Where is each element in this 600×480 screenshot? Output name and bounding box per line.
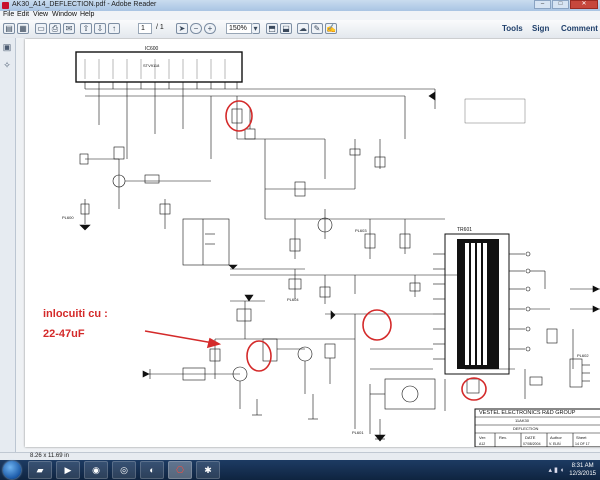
comment-bubble-icon[interactable]: ☁	[297, 23, 309, 34]
email-icon[interactable]: ✉	[63, 23, 75, 34]
page-thumbnails-icon[interactable]: ▣	[2, 42, 12, 52]
minimize-icon[interactable]: –	[534, 0, 551, 9]
highlight-circle	[246, 340, 272, 372]
network-icon[interactable]: ◎	[112, 461, 136, 479]
menu-window[interactable]: Window	[52, 11, 77, 18]
zoom-out-icon[interactable]: −	[190, 23, 202, 34]
annotation-text-line2: 22-47uF	[43, 328, 85, 340]
menu-edit[interactable]: Edit	[17, 11, 29, 18]
menu-file[interactable]: File	[3, 11, 14, 18]
menu-help[interactable]: Help	[80, 11, 94, 18]
menu-view[interactable]: View	[33, 11, 48, 18]
annotation-text-line1: inlocuiti cu :	[43, 308, 108, 320]
file-explorer-icon[interactable]: ▰	[28, 461, 52, 479]
create-pdf-icon[interactable]: ▦	[17, 23, 29, 34]
start-button[interactable]	[3, 461, 21, 479]
select-cursor-icon[interactable]: ➤	[176, 23, 188, 34]
tools-tab[interactable]: Tools	[502, 24, 523, 33]
pl603-label: PL603	[355, 228, 367, 233]
open-icon[interactable]: ▤	[3, 23, 15, 34]
transformer-label: TR601	[457, 227, 472, 233]
highlight-circle	[362, 309, 392, 341]
page-size-label: 8.26 x 11.69 in	[30, 453, 69, 459]
highlight-circle	[461, 377, 487, 401]
toolbar: ▤ ▦ ▭ ⎙ ✉ ⇧ ⇩ ↑ 1 / 1 ➤ − + 150% ▾ ⬒ ⬓ ☁…	[0, 20, 600, 39]
print-icon[interactable]: ⎙	[49, 23, 61, 34]
maximize-icon[interactable]: □	[552, 0, 569, 9]
pl601-label: PL601	[352, 430, 364, 435]
next-page-icon[interactable]: ⇩	[94, 23, 106, 34]
clock-time: 8:31 AM	[571, 463, 594, 469]
fit-width-icon[interactable]: ⬓	[280, 23, 292, 34]
previous-page-icon[interactable]: ⇧	[80, 23, 92, 34]
ic-top-part: STV9118	[143, 63, 160, 68]
menu-bar: File Edit View Window Help	[0, 11, 600, 20]
attachments-icon[interactable]: ✧	[2, 60, 12, 70]
zoom-select[interactable]: 150%	[226, 23, 252, 34]
page-number-input[interactable]: 1	[138, 23, 152, 34]
pdf-page: IC600 STV9118 TR601 PL600 PL603 PL604 PL…	[25, 39, 600, 448]
author-header: Author	[550, 435, 562, 440]
page-up-icon[interactable]: ↑	[108, 23, 120, 34]
annotation-arrowhead	[206, 337, 222, 349]
deflection-schematic: IC600 STV9118 TR601 PL600 PL603 PL604 PL…	[43, 46, 600, 448]
sheet-header: Sheet	[576, 435, 587, 440]
comment-tab[interactable]: Comment	[561, 24, 598, 33]
model-label: 11AK30	[515, 418, 530, 423]
sheet-name-label: DEFLECTION	[513, 426, 538, 431]
firefox-icon[interactable]: ◐	[140, 461, 164, 479]
ic-top-label: IC600	[145, 46, 159, 52]
save-icon[interactable]: ▭	[35, 23, 47, 34]
pl602-label: PL602	[577, 353, 589, 358]
title-bar: AK30_A14_DEFLECTION.pdf - Adobe Reader –…	[0, 0, 600, 11]
company-label: VESTEL ELECTRONICS R&D GROUP	[479, 410, 576, 416]
paint-icon[interactable]: ✱	[196, 461, 220, 479]
fit-page-icon[interactable]: ⬒	[266, 23, 278, 34]
chevron-down-icon[interactable]: ▾	[252, 23, 260, 34]
navigation-pane: ▣ ✧	[0, 38, 16, 452]
annotation-arrow	[144, 330, 220, 345]
clock-date: 12/3/2015	[569, 471, 596, 477]
media-player-icon[interactable]: ▶	[56, 461, 80, 479]
sign-pen-icon[interactable]: ✍	[325, 23, 337, 34]
document-area: IC600 STV9118 TR601 PL600 PL603 PL604 PL…	[16, 38, 600, 452]
system-tray-icons[interactable]: ▴ ▮ ◖	[549, 466, 564, 474]
date-header: DATE	[525, 435, 536, 440]
page-total: / 1	[156, 24, 164, 31]
date-value: 07/08/2004	[523, 442, 541, 446]
chrome-icon[interactable]: ◉	[84, 461, 108, 479]
sheet-value: 14 OF 17	[575, 442, 590, 446]
pl604-label: PL604	[287, 297, 299, 302]
adobe-pdf-icon[interactable]: ⎔	[168, 461, 192, 479]
close-icon[interactable]: ✕	[570, 0, 598, 9]
clock[interactable]: 8:31 AM 12/3/2015	[569, 462, 596, 478]
window-title: AK30_A14_DEFLECTION.pdf - Adobe Reader	[12, 1, 157, 8]
rev-header: Rev.	[499, 435, 507, 440]
ver-value: A12	[479, 442, 485, 446]
highlight-icon[interactable]: ✎	[311, 23, 323, 34]
taskbar: ▰ ▶ ◉ ◎ ◐ ⎔ ✱ ▴ ▮ ◖ 8:31 AM 12/3/2015	[0, 460, 600, 480]
author-value: V. ELBİ	[549, 441, 561, 446]
sign-tab[interactable]: Sign	[532, 24, 549, 33]
ver-header: Ver:	[479, 435, 486, 440]
adobe-reader-icon	[2, 2, 9, 9]
highlight-circle	[225, 100, 253, 132]
pl600-label: PL600	[62, 215, 74, 220]
zoom-in-icon[interactable]: +	[204, 23, 216, 34]
